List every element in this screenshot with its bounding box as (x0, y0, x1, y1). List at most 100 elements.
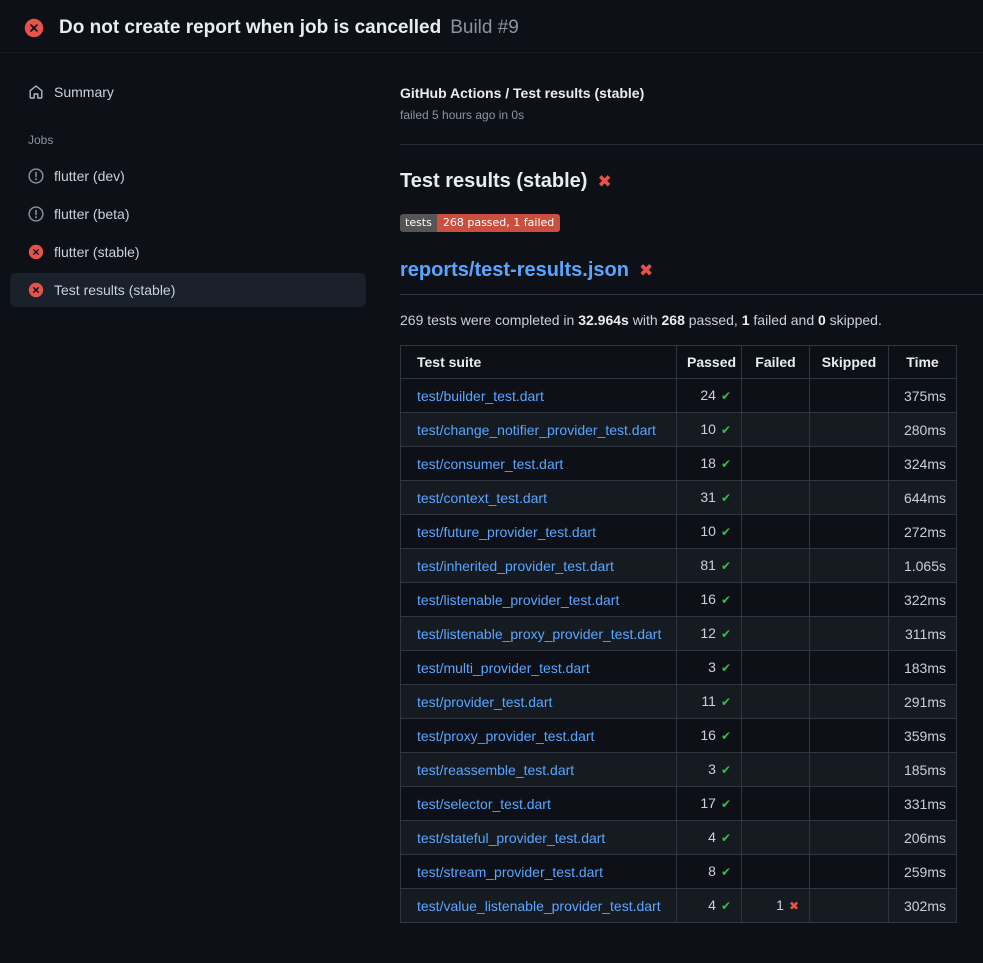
passed-count: 16 (700, 727, 716, 743)
check-icon: ✔ (721, 559, 731, 573)
test-suite-cell: test/builder_test.dart (401, 379, 677, 413)
test-suite-link[interactable]: test/provider_test.dart (417, 694, 552, 710)
passed-cell: 16✔ (677, 583, 742, 617)
summary-part-bold: 1 (742, 312, 750, 328)
skipped-cell (810, 413, 889, 447)
test-suite-cell: test/reassemble_test.dart (401, 753, 677, 787)
test-suite-cell: test/proxy_provider_test.dart (401, 719, 677, 753)
test-suite-link[interactable]: test/selector_test.dart (417, 796, 551, 812)
jobs-section-label: Jobs (10, 133, 366, 147)
passed-cell: 10 ✔ (677, 413, 742, 447)
test-suite-link[interactable]: test/inherited_provider_test.dart (417, 558, 614, 574)
workflow-breadcrumb: GitHub Actions / Test results (stable) (400, 85, 983, 101)
skipped-cell (810, 821, 889, 855)
test-suite-link[interactable]: test/change_notifier_provider_test.dart (417, 422, 656, 438)
check-icon: ✔ (721, 797, 731, 811)
failed-cell (742, 447, 810, 481)
table-row: test/value_listenable_provider_test.dart… (401, 889, 957, 923)
sidebar: Summary Jobs flutter (dev) flutter (beta… (0, 53, 380, 311)
failed-cell (742, 481, 810, 515)
check-icon: ✔ (721, 525, 731, 539)
passed-cell: 10✔ (677, 515, 742, 549)
check-icon: ✔ (721, 865, 731, 879)
sidebar-item-flutter-dev[interactable]: flutter (dev) (10, 159, 366, 193)
home-icon (28, 84, 44, 100)
skipped-cell (810, 549, 889, 583)
test-suite-link[interactable]: test/reassemble_test.dart (417, 762, 574, 778)
passed-count: 3 (708, 659, 716, 675)
check-icon: ✔ (721, 627, 731, 641)
sidebar-item-flutter-stable[interactable]: flutter (stable) (10, 235, 366, 269)
failed-cell (742, 855, 810, 889)
table-row: test/listenable_provider_test.dart 16✔ 3… (401, 583, 957, 617)
report-title: Test results (stable) ✖ (400, 170, 983, 193)
col-header-time: Time (889, 346, 957, 379)
skipped-cell (810, 379, 889, 413)
failed-cell (742, 379, 810, 413)
passed-count: 4 (708, 829, 716, 845)
badge-value: 268 passed, 1 failed (437, 214, 560, 232)
passed-cell: 81✔ (677, 549, 742, 583)
test-suite-cell: test/selector_test.dart (401, 787, 677, 821)
summary-part: failed and (750, 312, 819, 328)
report-file-link[interactable]: reports/test-results.json (400, 259, 629, 282)
table-row: test/multi_provider_test.dart 3✔ 183ms (401, 651, 957, 685)
summary-part: 269 tests were completed in (400, 312, 578, 328)
test-suite-link[interactable]: test/proxy_provider_test.dart (417, 728, 594, 744)
passed-cell: 31 ✔ (677, 481, 742, 515)
check-icon: ✔ (721, 831, 731, 845)
test-suite-link[interactable]: test/listenable_proxy_provider_test.dart (417, 626, 661, 642)
x-circle-icon (28, 282, 44, 298)
col-header-skipped: Skipped (810, 346, 889, 379)
test-suite-cell: test/stream_provider_test.dart (401, 855, 677, 889)
test-suite-cell: test/listenable_proxy_provider_test.dart (401, 617, 677, 651)
failed-cell: 1✖ (742, 889, 810, 923)
test-suite-link[interactable]: test/consumer_test.dart (417, 456, 563, 472)
check-icon: ✔ (721, 457, 731, 471)
badge-label: tests (400, 214, 437, 232)
passed-count: 31 (700, 489, 716, 505)
test-suite-link[interactable]: test/multi_provider_test.dart (417, 660, 590, 676)
table-row: test/stateful_provider_test.dart 4✔ 206m… (401, 821, 957, 855)
sidebar-item-test-results-stable[interactable]: Test results (stable) (10, 273, 366, 307)
build-title-text: Do not create report when job is cancell… (59, 17, 441, 38)
alert-circle-icon (28, 206, 44, 222)
time-cell: 272ms (889, 515, 957, 549)
failed-status-icon (24, 18, 44, 38)
alert-circle-icon (28, 168, 44, 184)
time-cell: 302ms (889, 889, 957, 923)
sidebar-item-summary[interactable]: Summary (10, 75, 366, 109)
table-row: test/change_notifier_provider_test.dart … (401, 413, 957, 447)
check-icon: ✔ (721, 729, 731, 743)
table-row: test/listenable_proxy_provider_test.dart… (401, 617, 957, 651)
sidebar-item-flutter-beta[interactable]: flutter (beta) (10, 197, 366, 231)
test-suite-link[interactable]: test/listenable_provider_test.dart (417, 592, 619, 608)
table-row: test/future_provider_test.dart 10✔ 272ms (401, 515, 957, 549)
table-row: test/consumer_test.dart 18✔ 324ms (401, 447, 957, 481)
check-icon: ✔ (721, 491, 731, 505)
failed-cross-icon: ✖ (597, 172, 611, 192)
sidebar-item-label: Test results (stable) (54, 282, 175, 298)
time-cell: 1.065s (889, 549, 957, 583)
test-suite-link[interactable]: test/stream_provider_test.dart (417, 864, 603, 880)
skipped-cell (810, 787, 889, 821)
test-suite-link[interactable]: test/builder_test.dart (417, 388, 544, 404)
table-row: test/reassemble_test.dart 3✔ 185ms (401, 753, 957, 787)
passed-cell: 3✔ (677, 753, 742, 787)
test-suite-link[interactable]: test/context_test.dart (417, 490, 547, 506)
time-cell: 291ms (889, 685, 957, 719)
test-suite-link[interactable]: test/value_listenable_provider_test.dart (417, 898, 661, 914)
passed-cell: 24✔ (677, 379, 742, 413)
test-suite-cell: test/listenable_provider_test.dart (401, 583, 677, 617)
skipped-cell (810, 855, 889, 889)
test-suite-cell: test/provider_test.dart (401, 685, 677, 719)
skipped-cell (810, 447, 889, 481)
failed-cell (742, 787, 810, 821)
passed-count: 4 (708, 897, 716, 913)
test-suite-link[interactable]: test/future_provider_test.dart (417, 524, 596, 540)
sidebar-item-label: flutter (dev) (54, 168, 125, 184)
check-icon: ✔ (721, 423, 731, 437)
check-icon: ✔ (721, 899, 731, 913)
test-suite-link[interactable]: test/stateful_provider_test.dart (417, 830, 605, 846)
passed-count: 10 (700, 421, 716, 437)
